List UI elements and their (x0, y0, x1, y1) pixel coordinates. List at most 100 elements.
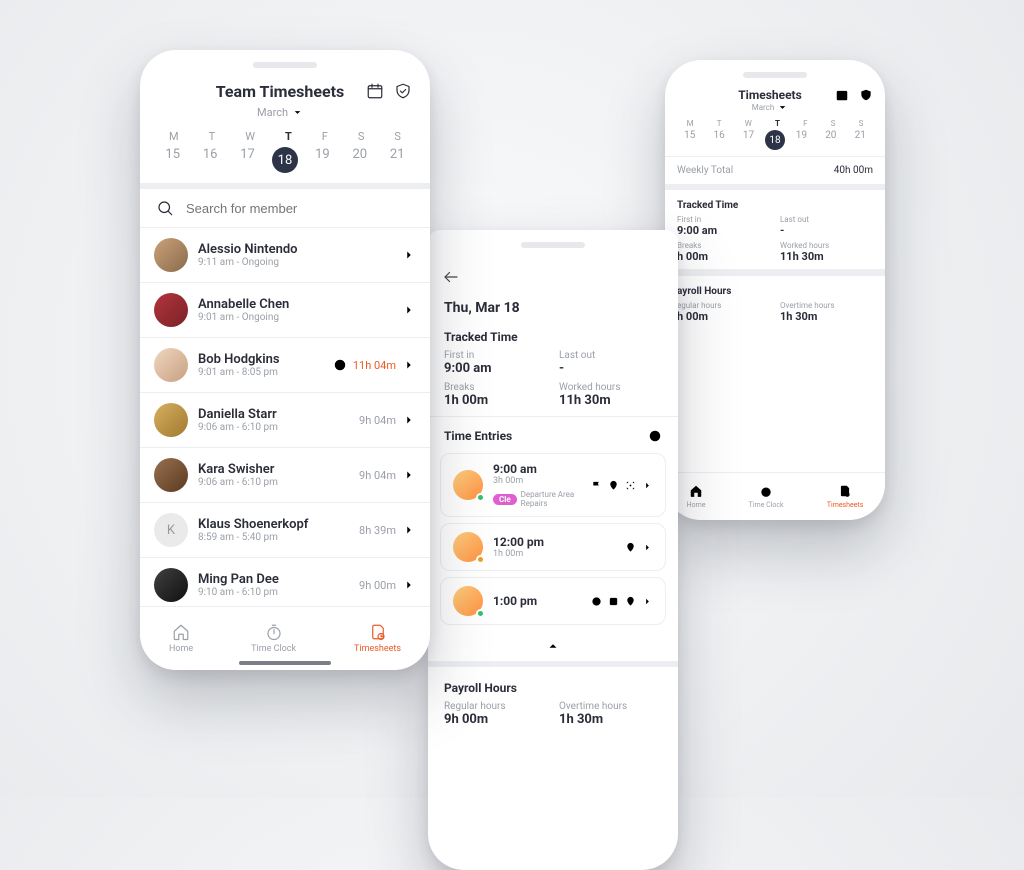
date-cell[interactable]: 20 (818, 130, 844, 150)
date-heading: Thu, Mar 18 (444, 300, 662, 316)
breaks-label: Breaks (444, 382, 547, 393)
tab-bar: Home Time Clock Timesheets (665, 472, 885, 520)
last-out-value: - (780, 224, 873, 237)
document-clock-icon (838, 484, 852, 498)
date-cell[interactable]: 19 (309, 147, 335, 173)
member-time-range: 9:10 am - 6:10 pm (198, 587, 349, 598)
month-selector[interactable]: March (257, 106, 303, 119)
date-cell[interactable]: 16 (706, 130, 732, 150)
avatar (154, 458, 188, 492)
tab-home[interactable]: Home (687, 484, 706, 509)
tab-bar: Home Time Clock Timesheets (140, 606, 430, 670)
phone-notch (743, 72, 807, 78)
tab-timesheets[interactable]: Timesheets (827, 484, 864, 509)
tab-time-clock[interactable]: Time Clock (749, 484, 784, 509)
member-row[interactable]: Bob Hodgkins9:01 am - 8:05 pm11h 04m (140, 338, 430, 393)
avatar (453, 532, 483, 562)
search-input[interactable] (184, 200, 414, 217)
tab-home[interactable]: Home (169, 623, 193, 654)
date-cell[interactable]: 19 (788, 130, 814, 150)
calendar-icon[interactable] (835, 88, 849, 102)
phone-day-detail: Thu, Mar 18 Tracked Time First in9:00 am… (428, 230, 678, 870)
month-selector[interactable]: March (705, 102, 835, 113)
shield-check-icon[interactable] (859, 88, 873, 102)
worked-value: 11h 30m (780, 250, 873, 263)
search-bar[interactable] (140, 189, 430, 228)
collapse-toggle[interactable] (428, 631, 678, 661)
tab-timesheets[interactable]: Timesheets (354, 623, 401, 654)
member-row[interactable]: Alessio Nintendo9:11 am - Ongoing (140, 228, 430, 283)
weekday-label: T (775, 119, 780, 128)
breaks-label: Breaks (677, 241, 770, 250)
location-pin-icon (608, 480, 619, 491)
regular-label: Regular hours (444, 701, 547, 712)
entry-duration: 3h 00m (493, 476, 581, 486)
chevron-right-icon (642, 596, 653, 607)
date-cell[interactable]: 21 (384, 147, 410, 173)
tracked-time-grid: First in9:00 am Last out- Breaksh 00m Wo… (665, 215, 885, 270)
first-in-value: 9:00 am (444, 361, 547, 376)
weekday-label: T (717, 119, 722, 128)
location-pin-icon (625, 596, 636, 607)
chevron-down-icon (292, 107, 303, 118)
date-cell[interactable]: 17 (235, 147, 261, 173)
chevron-right-icon (402, 358, 416, 372)
date-cell[interactable]: 15 (160, 147, 186, 173)
date-cell[interactable]: 20 (347, 147, 373, 173)
first-in-value: 9:00 am (677, 224, 770, 237)
time-entry[interactable]: 12:00 pm1h 00m (440, 523, 666, 571)
member-name: Alessio Nintendo (198, 242, 386, 257)
member-row[interactable]: Kara Swisher9:06 am - 6:10 pm9h 04m (140, 448, 430, 503)
weekday-label: S (394, 130, 401, 143)
weekday-label: M (687, 119, 694, 128)
back-button[interactable] (428, 254, 678, 294)
weekday-label: W (245, 130, 255, 143)
page-title: Team Timesheets (194, 82, 366, 101)
chevron-right-icon (402, 413, 416, 427)
time-entry[interactable]: 1:00 pm (440, 577, 666, 625)
chevron-right-icon (402, 578, 416, 592)
time-entries-heading: Time Entries (444, 429, 512, 443)
date-cell[interactable]: 21 (847, 130, 873, 150)
date-cell[interactable]: 15 (677, 130, 703, 150)
tab-time-clock[interactable]: Time Clock (251, 623, 296, 654)
member-name: Kara Swisher (198, 462, 349, 477)
tracked-time-heading: Tracked Time (444, 330, 662, 344)
date-cell[interactable]: 18 (765, 130, 785, 150)
worked-label: Worked hours (559, 382, 662, 393)
weekday-header: MTWTFSS (665, 113, 885, 128)
chevron-right-icon (402, 303, 416, 317)
payroll-grid: Regular hours9h 00m Overtime hours1h 30m (428, 701, 678, 735)
member-row[interactable]: Ming Pan Dee9:10 am - 6:10 pm9h 00m (140, 558, 430, 613)
chevron-right-icon (402, 468, 416, 482)
entry-time: 1:00 pm (493, 594, 581, 608)
member-name: Daniella Starr (198, 407, 349, 422)
overtime-label: Overtime hours (780, 301, 873, 310)
member-duration: 8h 39m (359, 524, 396, 537)
date-cell[interactable]: 18 (272, 147, 298, 173)
date-cell[interactable]: 16 (197, 147, 223, 173)
date-row: 15 16 17 18 19 20 21 (140, 143, 430, 183)
chevron-right-icon (402, 523, 416, 537)
scan-icon (625, 480, 636, 491)
phone-notch (521, 242, 585, 248)
chevron-right-icon (402, 248, 416, 262)
calendar-icon[interactable] (366, 82, 384, 100)
member-time-range: 9:06 am - 6:10 pm (198, 422, 349, 433)
chevron-right-icon (642, 480, 653, 491)
entry-tag-badge: Cle (493, 494, 517, 505)
date-cell[interactable]: 17 (736, 130, 762, 150)
member-row[interactable]: Annabelle Chen9:01 am - Ongoing (140, 283, 430, 338)
last-out-label: Last out (559, 350, 662, 361)
member-time-range: 9:01 am - 8:05 pm (198, 367, 323, 378)
shield-check-icon[interactable] (394, 82, 412, 100)
member-time-range: 9:06 am - 6:10 pm (198, 477, 349, 488)
info-icon[interactable] (648, 429, 662, 443)
time-entry[interactable]: 9:00 am3h 00mCleDeparture Area Repairs (440, 453, 666, 517)
member-row[interactable]: KKlaus Shoenerkopf8:59 am - 5:40 pm8h 39… (140, 503, 430, 558)
search-icon (156, 199, 174, 217)
first-in-label: First in (677, 215, 770, 224)
member-duration: 9h 04m (359, 414, 396, 427)
member-row[interactable]: Daniella Starr9:06 am - 6:10 pm 9h 04m (140, 393, 430, 448)
regular-label: egular hours (677, 301, 770, 310)
